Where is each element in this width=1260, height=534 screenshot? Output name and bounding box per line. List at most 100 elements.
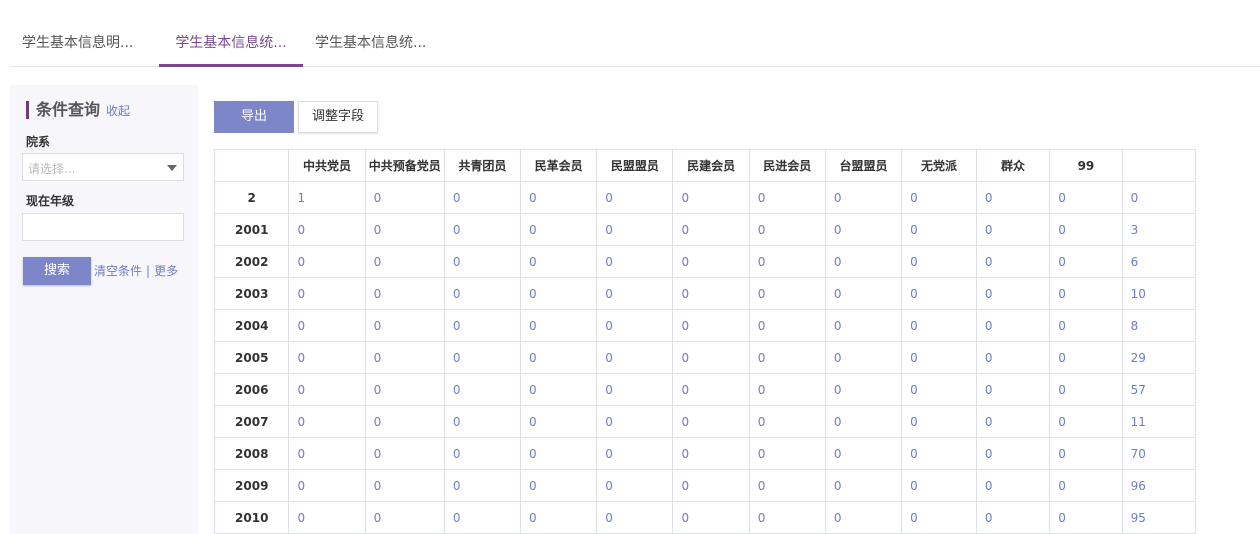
table-cell[interactable]: 0 (672, 277, 750, 310)
table-cell[interactable]: 0 (364, 469, 445, 502)
table-cell[interactable]: 0 (1049, 181, 1123, 214)
table-cell[interactable]: 0 (824, 277, 903, 310)
clear-conditions-link[interactable]: 清空条件 (94, 264, 142, 278)
table-cell[interactable]: 8 (1121, 309, 1196, 342)
table-cell[interactable]: 0 (443, 501, 522, 534)
table-cell[interactable]: 0 (288, 309, 366, 342)
table-cell[interactable]: 3 (1121, 213, 1196, 246)
table-cell[interactable]: 0 (443, 245, 522, 278)
table-cell[interactable]: 0 (520, 213, 598, 246)
table-cell[interactable]: 0 (364, 245, 445, 278)
table-cell[interactable]: 0 (288, 405, 366, 438)
table-cell[interactable]: 0 (672, 437, 750, 470)
table-cell[interactable]: 0 (520, 373, 598, 406)
table-cell[interactable]: 0 (975, 309, 1051, 342)
table-cell[interactable]: 0 (748, 501, 826, 534)
search-button[interactable]: 搜索 (23, 257, 91, 285)
table-cell[interactable]: 10 (1121, 277, 1196, 310)
table-cell[interactable]: 0 (288, 341, 366, 374)
table-cell[interactable]: 6 (1121, 245, 1196, 278)
table-cell[interactable]: 0 (975, 469, 1051, 502)
table-cell[interactable]: 0 (596, 181, 674, 214)
table-cell[interactable]: 0 (975, 341, 1051, 374)
table-cell[interactable]: 0 (596, 373, 674, 406)
table-cell[interactable]: 0 (520, 341, 598, 374)
table-cell[interactable]: 0 (672, 373, 750, 406)
table-cell[interactable]: 0 (288, 501, 366, 534)
table-cell[interactable]: 0 (364, 405, 445, 438)
table-cell[interactable]: 0 (596, 341, 674, 374)
table-cell[interactable]: 0 (1049, 469, 1123, 502)
table-cell[interactable]: 0 (443, 213, 522, 246)
table-cell[interactable]: 0 (364, 501, 445, 534)
collapse-link[interactable]: 收起 (106, 104, 130, 118)
table-cell[interactable]: 0 (364, 437, 445, 470)
table-cell[interactable]: 11 (1121, 405, 1196, 438)
table-cell[interactable]: 0 (520, 405, 598, 438)
table-cell[interactable]: 0 (748, 341, 826, 374)
table-cell[interactable]: 0 (443, 277, 522, 310)
table-cell[interactable]: 0 (824, 437, 903, 470)
table-cell[interactable]: 0 (364, 341, 445, 374)
table-cell[interactable]: 0 (288, 437, 366, 470)
table-cell[interactable]: 0 (901, 213, 977, 246)
table-cell[interactable]: 0 (520, 245, 598, 278)
table-cell[interactable]: 0 (901, 341, 977, 374)
table-cell[interactable]: 0 (824, 469, 903, 502)
table-cell[interactable]: 0 (748, 277, 826, 310)
more-link[interactable]: 更多 (154, 264, 178, 278)
table-cell[interactable]: 0 (596, 213, 674, 246)
department-select[interactable]: 请选择... (22, 153, 184, 181)
table-cell[interactable]: 0 (901, 181, 977, 214)
tab-student-info-detail[interactable]: 学生基本信息明... (22, 0, 142, 67)
table-cell[interactable]: 0 (596, 309, 674, 342)
table-cell[interactable]: 0 (596, 277, 674, 310)
table-cell[interactable]: 29 (1121, 341, 1196, 374)
table-cell[interactable]: 0 (1049, 373, 1123, 406)
table-cell[interactable]: 0 (975, 501, 1051, 534)
table-cell[interactable]: 0 (1049, 309, 1123, 342)
table-cell[interactable]: 0 (824, 501, 903, 534)
table-cell[interactable]: 0 (975, 437, 1051, 470)
table-cell[interactable]: 0 (1049, 341, 1123, 374)
table-cell[interactable]: 0 (748, 309, 826, 342)
table-cell[interactable]: 0 (443, 341, 522, 374)
table-cell[interactable]: 0 (672, 501, 750, 534)
table-cell[interactable]: 0 (364, 373, 445, 406)
table-cell[interactable]: 0 (1049, 277, 1123, 310)
table-cell[interactable]: 0 (520, 181, 598, 214)
table-cell[interactable]: 0 (520, 501, 598, 534)
table-cell[interactable]: 0 (520, 309, 598, 342)
table-cell[interactable]: 0 (824, 373, 903, 406)
table-cell[interactable]: 0 (672, 341, 750, 374)
table-cell[interactable]: 0 (748, 437, 826, 470)
table-cell[interactable]: 0 (975, 373, 1051, 406)
table-cell[interactable]: 0 (748, 405, 826, 438)
table-cell[interactable]: 0 (596, 245, 674, 278)
table-cell[interactable]: 0 (288, 469, 366, 502)
table-cell[interactable]: 0 (520, 437, 598, 470)
table-cell[interactable]: 57 (1121, 373, 1196, 406)
table-cell[interactable]: 0 (824, 245, 903, 278)
grade-input[interactable] (22, 213, 184, 241)
table-cell[interactable]: 0 (901, 309, 977, 342)
table-cell[interactable]: 95 (1121, 501, 1196, 534)
table-cell[interactable]: 0 (443, 181, 522, 214)
export-button[interactable]: 导出 (214, 101, 294, 133)
table-cell[interactable]: 0 (748, 213, 826, 246)
table-cell[interactable]: 0 (901, 245, 977, 278)
table-cell[interactable]: 0 (975, 181, 1051, 214)
table-cell[interactable]: 0 (748, 469, 826, 502)
table-cell[interactable]: 0 (824, 181, 903, 214)
table-cell[interactable]: 0 (1121, 181, 1196, 214)
table-cell[interactable]: 0 (672, 405, 750, 438)
table-cell[interactable]: 0 (596, 469, 674, 502)
table-cell[interactable]: 0 (288, 373, 366, 406)
tab-student-info-stats-1[interactable]: 学生基本信息统... (159, 0, 303, 67)
table-cell[interactable]: 0 (1049, 213, 1123, 246)
table-cell[interactable]: 0 (1049, 245, 1123, 278)
table-cell[interactable]: 0 (443, 405, 522, 438)
table-cell[interactable]: 0 (672, 245, 750, 278)
table-cell[interactable]: 0 (824, 213, 903, 246)
table-cell[interactable]: 1 (288, 181, 366, 214)
